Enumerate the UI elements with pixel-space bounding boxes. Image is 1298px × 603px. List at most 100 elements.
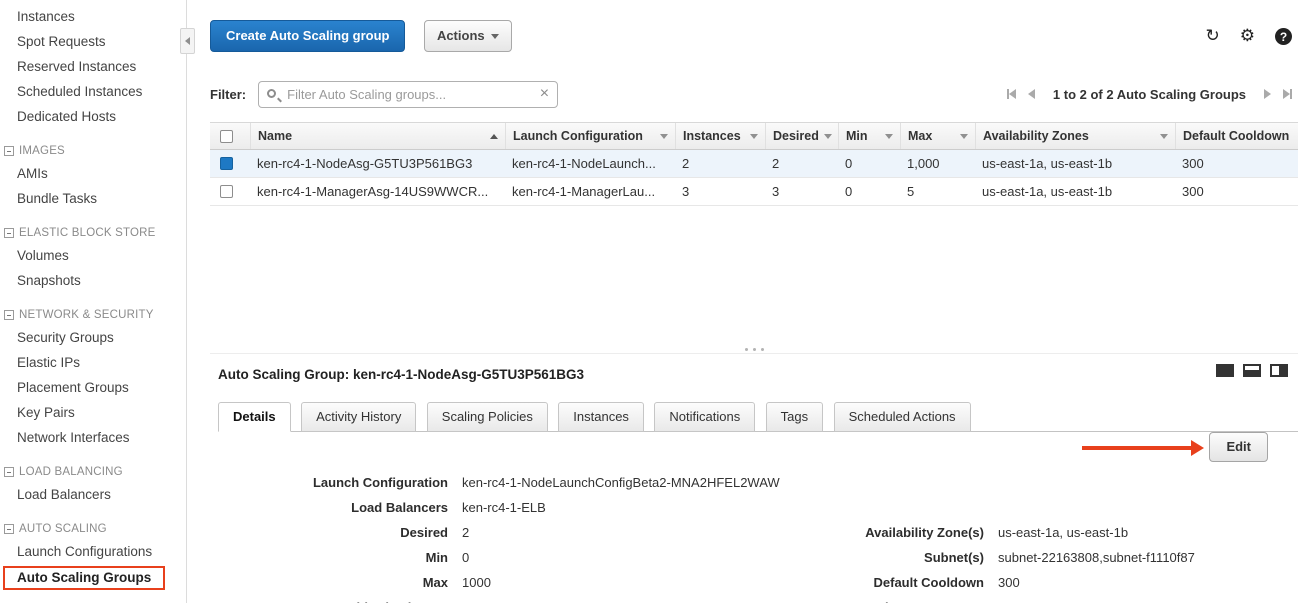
chevron-down-icon (660, 134, 668, 139)
sort-ascending-icon (490, 134, 498, 139)
table-header-row: Name Launch Configuration Instances Desi… (210, 122, 1298, 150)
drag-handle-icon (761, 348, 764, 351)
column-label: Min (846, 129, 868, 143)
column-label: Availability Zones (983, 129, 1089, 143)
row-checkbox[interactable] (220, 157, 233, 170)
chevron-down-icon (885, 134, 893, 139)
help-icon[interactable]: ? (1275, 28, 1292, 45)
sidebar-item-elastic-ips[interactable]: Elastic IPs (0, 350, 185, 375)
column-header-launch-configuration[interactable]: Launch Configuration (505, 123, 675, 149)
gear-icon[interactable]: ⚙ (1240, 28, 1255, 45)
tab-scheduled-actions[interactable]: Scheduled Actions (834, 402, 971, 432)
detail-fields-left: Launch Configuration ken-rc4-1-NodeLaunc… (272, 470, 780, 603)
select-all-header[interactable] (210, 123, 250, 149)
column-header-max[interactable]: Max (900, 123, 975, 149)
filter-input[interactable] (287, 87, 531, 102)
tab-tags[interactable]: Tags (766, 402, 823, 432)
sidebar-item-dedicated-hosts[interactable]: Dedicated Hosts (0, 104, 185, 129)
collapse-icon (4, 524, 14, 534)
cell-default-cooldown: 300 (1175, 150, 1298, 177)
drag-handle-icon (745, 348, 748, 351)
layout-full-icon[interactable] (1216, 364, 1234, 377)
sidebar-collapse-button[interactable] (180, 28, 195, 54)
previous-page-button[interactable] (1028, 89, 1035, 99)
create-auto-scaling-group-button[interactable]: Create Auto Scaling group (210, 20, 405, 52)
sidebar-item-volumes[interactable]: Volumes (0, 243, 185, 268)
sidebar-item-auto-scaling-groups[interactable]: Auto Scaling Groups (3, 566, 165, 590)
detail-tabs: Details Activity History Scaling Policie… (218, 402, 1298, 432)
column-header-name[interactable]: Name (250, 123, 505, 149)
column-header-availability-zones[interactable]: Availability Zones (975, 123, 1175, 149)
layout-right-icon[interactable] (1270, 364, 1288, 377)
field-value: 0 (462, 550, 469, 565)
layout-split-icon[interactable] (1243, 364, 1261, 377)
field-value: ken-rc4-1-ELB (462, 500, 546, 515)
detail-panel: Auto Scaling Group: ken-rc4-1-NodeAsg-G5… (210, 358, 1298, 603)
cell-instances: 2 (675, 150, 765, 177)
sidebar-item-snapshots[interactable]: Snapshots (0, 268, 185, 293)
column-header-instances[interactable]: Instances (675, 123, 765, 149)
edit-button[interactable]: Edit (1209, 432, 1268, 462)
asg-table: Name Launch Configuration Instances Desi… (210, 122, 1298, 206)
tab-activity-history[interactable]: Activity History (301, 402, 416, 432)
column-label: Default Cooldown (1183, 129, 1289, 143)
clear-filter-icon[interactable]: × (540, 85, 549, 103)
tab-details[interactable]: Details (218, 402, 291, 432)
panel-splitter[interactable] (210, 346, 1298, 354)
sidebar-item-key-pairs[interactable]: Key Pairs (0, 400, 185, 425)
tab-notifications[interactable]: Notifications (654, 402, 755, 432)
field-value: 300 (998, 575, 1020, 590)
field-label: Load Balancers (272, 500, 462, 515)
sidebar-item-network-interfaces[interactable]: Network Interfaces (0, 425, 185, 450)
chevron-left-icon (185, 37, 190, 45)
tab-scaling-policies[interactable]: Scaling Policies (427, 402, 548, 432)
table-row[interactable]: ken-rc4-1-NodeAsg-G5TU3P561BG3 ken-rc4-1… (210, 150, 1298, 178)
drag-handle-icon (753, 348, 756, 351)
sidebar-section-title: NETWORK & SECURITY (19, 309, 154, 321)
chevron-down-icon (491, 34, 499, 39)
field-label: Max (272, 575, 462, 590)
field-label: Launch Configuration (272, 475, 462, 490)
panel-layout-controls (1216, 364, 1288, 377)
sidebar-item-placement-groups[interactable]: Placement Groups (0, 375, 185, 400)
sidebar-item-reserved-instances[interactable]: Reserved Instances (0, 54, 185, 79)
first-page-button[interactable] (1007, 89, 1016, 99)
table-row[interactable]: ken-rc4-1-ManagerAsg-14US9WWCR... ken-rc… (210, 178, 1298, 206)
sidebar-item-launch-configurations[interactable]: Launch Configurations (0, 539, 185, 564)
sidebar-section-images[interactable]: IMAGES (0, 141, 185, 161)
sidebar-item-amis[interactable]: AMIs (0, 161, 185, 186)
select-all-checkbox[interactable] (220, 130, 233, 143)
next-page-button[interactable] (1264, 89, 1271, 99)
sidebar-item-security-groups[interactable]: Security Groups (0, 325, 185, 350)
sidebar-section-elastic-block-store[interactable]: ELASTIC BLOCK STORE (0, 223, 185, 243)
column-label: Launch Configuration (513, 129, 643, 143)
field-label: Availability Zone(s) (808, 525, 998, 540)
column-header-default-cooldown[interactable]: Default Cooldown (1175, 123, 1298, 149)
sidebar-item-instances[interactable]: Instances (0, 4, 185, 29)
chevron-down-icon (750, 134, 758, 139)
field-placement-group: Placement Group (808, 595, 1195, 603)
last-page-button[interactable] (1283, 89, 1292, 99)
field-label: Min (272, 550, 462, 565)
row-checkbox[interactable] (220, 185, 233, 198)
cell-max: 5 (900, 178, 975, 205)
sidebar-item-bundle-tasks[interactable]: Bundle Tasks (0, 186, 185, 211)
edit-annotation-arrow (1082, 440, 1204, 456)
collapse-icon (4, 310, 14, 320)
cell-launch-configuration: ken-rc4-1-ManagerLau... (505, 178, 675, 205)
sidebar-section-title: IMAGES (19, 145, 65, 157)
sidebar-item-spot-requests[interactable]: Spot Requests (0, 29, 185, 54)
refresh-icon[interactable]: ↻ (1206, 28, 1220, 45)
sidebar-section-auto-scaling[interactable]: AUTO SCALING (0, 519, 185, 539)
search-icon (267, 89, 276, 98)
sidebar-item-scheduled-instances[interactable]: Scheduled Instances (0, 79, 185, 104)
sidebar-section-load-balancing[interactable]: LOAD BALANCING (0, 462, 185, 482)
column-header-min[interactable]: Min (838, 123, 900, 149)
tab-instances[interactable]: Instances (558, 402, 644, 432)
actions-button[interactable]: Actions (424, 20, 512, 52)
sidebar-section-network-security[interactable]: NETWORK & SECURITY (0, 305, 185, 325)
filter-search-box[interactable]: × (258, 81, 558, 108)
field-launch-configuration: Launch Configuration ken-rc4-1-NodeLaunc… (272, 470, 780, 495)
sidebar-item-load-balancers[interactable]: Load Balancers (0, 482, 185, 507)
column-header-desired[interactable]: Desired (765, 123, 838, 149)
